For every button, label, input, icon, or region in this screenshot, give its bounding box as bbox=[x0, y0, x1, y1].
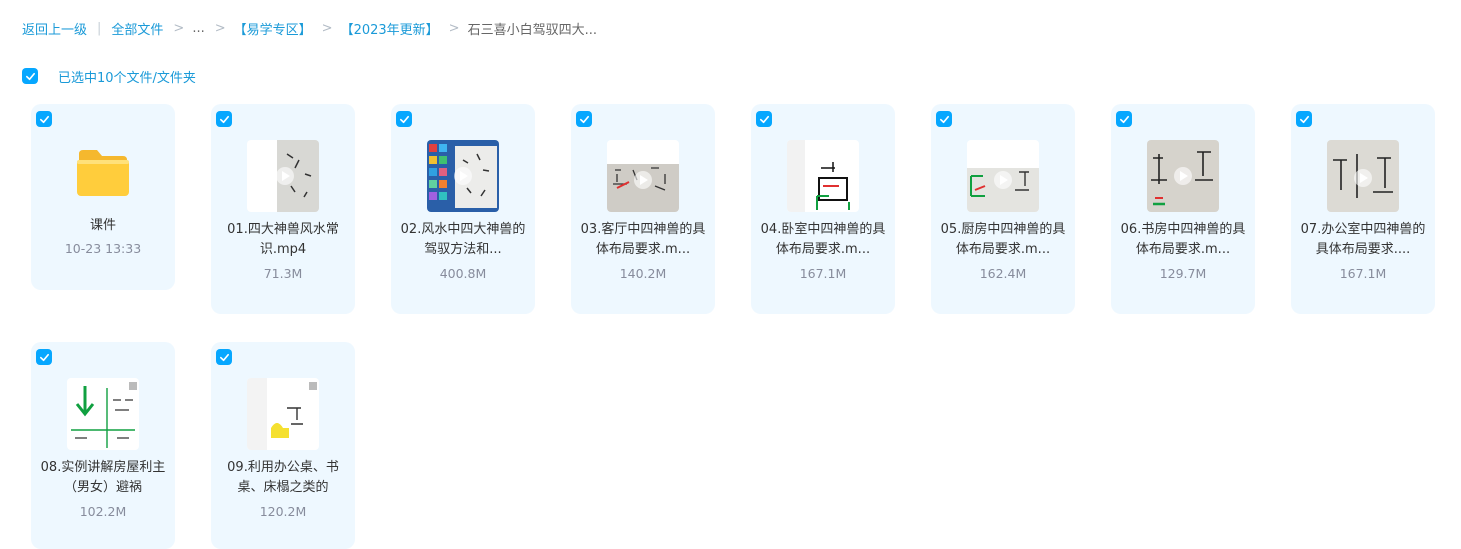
file-card[interactable]: 06.书房中四神兽的具体布局要求.m... 129.7M bbox=[1111, 104, 1255, 314]
check-icon bbox=[219, 115, 229, 123]
check-icon bbox=[579, 115, 589, 123]
file-size: 162.4M bbox=[979, 266, 1027, 281]
back-link[interactable]: 返回上一级 bbox=[22, 19, 87, 38]
file-card[interactable]: 课件 10-23 13:33 bbox=[31, 104, 175, 290]
file-card[interactable]: 04.卧室中四神兽的具体布局要求.m... 167.1M bbox=[751, 104, 895, 314]
check-icon bbox=[939, 115, 949, 123]
select-all-checkbox[interactable] bbox=[22, 68, 38, 84]
file-name: 02.风水中四大神兽的驾驭方法和... bbox=[400, 222, 526, 257]
file-card[interactable]: 01.四大神兽风水常识.mp4 71.3M bbox=[211, 104, 355, 314]
video-thumbnail bbox=[427, 140, 499, 212]
file-name: 05.厨房中四神兽的具体布局要求.m... bbox=[940, 222, 1066, 257]
selection-bar: 已选中10个文件/文件夹 bbox=[22, 66, 196, 86]
breadcrumb-ellipsis[interactable]: ... bbox=[192, 21, 204, 36]
file-name: 06.书房中四神兽的具体布局要求.m... bbox=[1120, 222, 1246, 257]
check-icon bbox=[219, 353, 229, 361]
folder-icon bbox=[75, 148, 131, 198]
file-name: 课件 bbox=[89, 218, 116, 233]
item-checkbox[interactable] bbox=[756, 111, 772, 127]
check-icon bbox=[399, 115, 409, 123]
breadcrumb-divider: | bbox=[97, 20, 102, 36]
file-size: 400.8M bbox=[439, 266, 487, 281]
item-checkbox[interactable] bbox=[936, 111, 952, 127]
file-card[interactable]: 05.厨房中四神兽的具体布局要求.m... 162.4M bbox=[931, 104, 1075, 314]
file-card[interactable]: 07.办公室中四神兽的具体布局要求.... 167.1M bbox=[1291, 104, 1435, 314]
file-size: 167.1M bbox=[1339, 266, 1387, 281]
file-name: 04.卧室中四神兽的具体布局要求.m... bbox=[760, 222, 886, 257]
breadcrumb-folder-2023[interactable]: 【2023年更新】 bbox=[341, 19, 439, 38]
breadcrumb-separator-icon: > bbox=[448, 20, 460, 36]
file-card[interactable]: 03.客厅中四神兽的具体布局要求.m... 140.2M bbox=[571, 104, 715, 314]
file-size: 102.2M bbox=[79, 504, 127, 519]
video-thumbnail bbox=[1147, 140, 1219, 212]
breadcrumb-folder-yixue[interactable]: 【易学专区】 bbox=[234, 19, 312, 38]
check-icon bbox=[25, 72, 35, 80]
file-name: 03.客厅中四神兽的具体布局要求.m... bbox=[580, 222, 706, 257]
video-thumbnail bbox=[247, 140, 319, 212]
item-checkbox[interactable] bbox=[36, 349, 52, 365]
item-checkbox[interactable] bbox=[216, 349, 232, 365]
item-checkbox[interactable] bbox=[576, 111, 592, 127]
file-size: 71.3M bbox=[263, 266, 303, 281]
breadcrumb-all-files[interactable]: 全部文件 bbox=[111, 19, 163, 38]
file-card[interactable]: 09.利用办公桌、书桌、床榻之类的 120.2M bbox=[211, 342, 355, 549]
item-checkbox[interactable] bbox=[36, 111, 52, 127]
check-icon bbox=[39, 115, 49, 123]
video-thumbnail bbox=[247, 378, 319, 450]
file-card[interactable]: 08.实例讲解房屋利主（男女）避祸 102.2M bbox=[31, 342, 175, 549]
check-icon bbox=[1299, 115, 1309, 123]
check-icon bbox=[759, 115, 769, 123]
file-size: 120.2M bbox=[259, 504, 307, 519]
file-size: 167.1M bbox=[799, 266, 847, 281]
video-thumbnail bbox=[967, 140, 1039, 212]
video-thumbnail bbox=[67, 378, 139, 450]
file-size: 129.7M bbox=[1159, 266, 1207, 281]
item-checkbox[interactable] bbox=[1296, 111, 1312, 127]
file-name: 07.办公室中四神兽的具体布局要求.... bbox=[1300, 222, 1426, 257]
file-name: 08.实例讲解房屋利主（男女）避祸 bbox=[40, 460, 166, 495]
breadcrumb-separator-icon: > bbox=[214, 20, 226, 36]
file-date: 10-23 13:33 bbox=[64, 241, 142, 256]
breadcrumb-separator-icon: > bbox=[321, 20, 333, 36]
breadcrumb: 返回上一级 | 全部文件 > ... > 【易学专区】 > 【2023年更新】 … bbox=[22, 18, 597, 38]
file-name: 01.四大神兽风水常识.mp4 bbox=[227, 222, 339, 257]
video-thumbnail bbox=[1327, 140, 1399, 212]
selection-count-text: 已选中10个文件/文件夹 bbox=[58, 70, 196, 86]
file-card[interactable]: 02.风水中四大神兽的驾驭方法和... 400.8M bbox=[391, 104, 535, 314]
check-icon bbox=[39, 353, 49, 361]
check-icon bbox=[1119, 115, 1129, 123]
video-thumbnail bbox=[607, 140, 679, 212]
file-size: 140.2M bbox=[619, 266, 667, 281]
breadcrumb-current-folder: 石三喜小白驾驭四大... bbox=[467, 22, 597, 38]
item-checkbox[interactable] bbox=[1116, 111, 1132, 127]
item-checkbox[interactable] bbox=[216, 111, 232, 127]
file-name: 09.利用办公桌、书桌、床榻之类的 bbox=[227, 460, 339, 495]
breadcrumb-separator-icon: > bbox=[173, 20, 185, 36]
item-checkbox[interactable] bbox=[396, 111, 412, 127]
video-thumbnail bbox=[787, 140, 859, 212]
